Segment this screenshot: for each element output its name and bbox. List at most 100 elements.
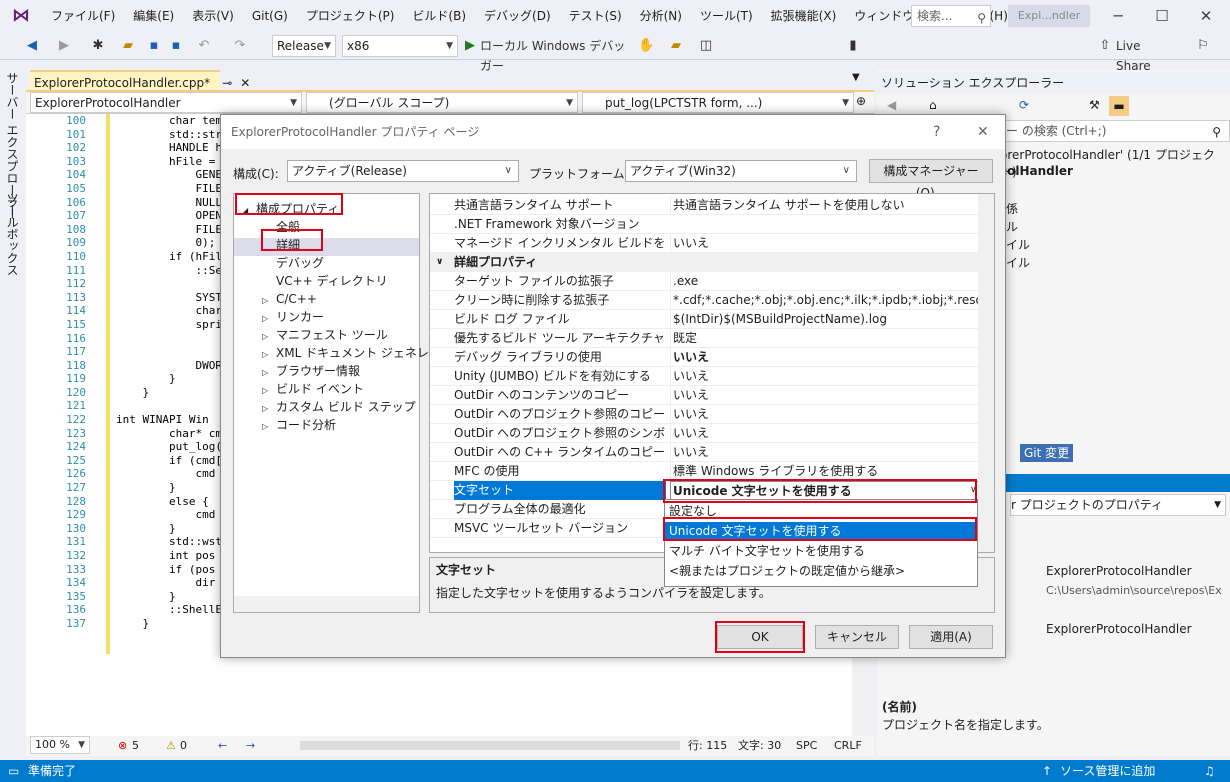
- notification-icon[interactable]: ♫: [1204, 760, 1215, 782]
- error-icon[interactable]: ⊗: [118, 736, 127, 756]
- property-row[interactable]: マネージド インクリメンタル ビルドを有効にするいいえ: [430, 234, 986, 253]
- menu-item[interactable]: Git(G): [243, 0, 297, 32]
- start-debug-icon[interactable]: ▶: [462, 36, 478, 56]
- menu-item[interactable]: ファイル(F): [42, 0, 124, 32]
- tree-h-scrollbar[interactable]: [234, 596, 419, 612]
- folder-icon[interactable]: ▰: [666, 36, 686, 56]
- tree-item[interactable]: ▷ ビルド イベント: [262, 380, 364, 398]
- tree-item[interactable]: ル: [1006, 218, 1018, 235]
- property-row[interactable]: OutDir への C++ ランタイムのコピー いいえ: [430, 443, 986, 462]
- close-dialog-button[interactable]: ✕: [977, 115, 989, 149]
- property-row[interactable]: OutDir へのコンテンツのコピー いいえ: [430, 386, 986, 405]
- screenshot-icon[interactable]: ◫: [696, 36, 716, 56]
- property-value[interactable]: いいえ: [670, 348, 986, 367]
- tree-item[interactable]: VC++ ディレクトリ: [262, 272, 388, 290]
- tree-item[interactable]: デバッグ: [262, 254, 324, 272]
- cancel-button[interactable]: キャンセル: [815, 625, 899, 649]
- properties-icon[interactable]: ⚒: [1089, 98, 1100, 112]
- menu-item[interactable]: 編集(E): [124, 0, 183, 32]
- pin-icon[interactable]: ⊸: [222, 76, 232, 90]
- open-folder-icon[interactable]: ▰: [118, 36, 138, 56]
- property-row[interactable]: .NET Framework 対象バージョン: [430, 215, 986, 234]
- property-value[interactable]: 共通言語ランタイム サポートを使用しない: [670, 196, 986, 215]
- property-value[interactable]: いいえ: [670, 405, 986, 424]
- warning-icon[interactable]: ⚠: [166, 736, 176, 756]
- prev-issue-icon[interactable]: ←: [218, 736, 227, 756]
- git-changes-tab[interactable]: Git 変更: [1020, 444, 1074, 462]
- tree-item[interactable]: ▷ リンカー: [262, 308, 324, 326]
- platform-select[interactable]: アクティブ(Win32) ∨: [625, 160, 857, 182]
- tree-item[interactable]: ▷ ブラウザー情報: [262, 362, 360, 380]
- property-value[interactable]: いいえ: [670, 386, 986, 405]
- new-project-icon[interactable]: ✱: [88, 36, 108, 56]
- property-value[interactable]: ExplorerProtocolHandler: [1046, 622, 1192, 636]
- menu-item[interactable]: 拡張機能(X): [762, 0, 846, 32]
- menu-item[interactable]: 表示(V): [183, 0, 243, 32]
- property-row[interactable]: デバッグ ライブラリの使用 いいえ: [430, 348, 986, 367]
- back-icon[interactable]: ◀: [22, 36, 42, 56]
- member-select[interactable]: put_log(LPCTSTR form, ...) ▼: [582, 92, 854, 113]
- config-select[interactable]: アクティブ(Release) ∨: [287, 160, 519, 182]
- back-icon[interactable]: ◀: [887, 98, 896, 112]
- property-row[interactable]: 優先するビルド ツール アーキテクチャ 既定: [430, 329, 986, 348]
- scope-select[interactable]: (グローバル スコープ) ▼: [306, 92, 578, 113]
- property-value[interactable]: .exe: [670, 272, 986, 291]
- property-row[interactable]: OutDir へのプロジェクト参照のコピー いいえ: [430, 405, 986, 424]
- menu-item[interactable]: デバッグ(D): [475, 0, 560, 32]
- document-tab[interactable]: ExplorerProtocolHandler.cpp* ⊸ ✕: [30, 70, 250, 92]
- apply-button[interactable]: 適用(A): [909, 625, 993, 649]
- tree-item[interactable]: ▷ マニフェスト ツール: [262, 326, 388, 344]
- property-value[interactable]: ExplorerProtocolHandler: [1046, 564, 1192, 578]
- tree-item[interactable]: ▷ コード分析: [262, 416, 336, 434]
- redo-icon[interactable]: ↷: [230, 36, 250, 56]
- config-manager-button[interactable]: 構成マネージャー(O)...: [869, 159, 993, 200]
- property-row[interactable]: クリーン時に削除する拡張子 *.cdf;*.cache;*.obj;*.obj.e…: [430, 291, 986, 310]
- property-row[interactable]: Unity (JUMBO) ビルドを有効にする いいえ: [430, 367, 986, 386]
- property-row[interactable]: OutDir へのプロジェクト参照のシンボルのコピーいいえ: [430, 424, 986, 443]
- property-row[interactable]: ビルド ログ ファイル $(IntDir)$(MSBuildProjectName…: [430, 310, 986, 329]
- live-share-button[interactable]: Live Share: [1116, 36, 1176, 73]
- menu-item[interactable]: ツール(T): [691, 0, 762, 32]
- forward-icon[interactable]: ▶: [54, 36, 74, 56]
- line-ending-indicator[interactable]: CRLF: [834, 736, 862, 756]
- maximize-button[interactable]: ☐: [1140, 0, 1184, 32]
- line-indicator[interactable]: 行: 115: [688, 736, 727, 756]
- dropdown-option[interactable]: マルチ バイト文字セットを使用する: [665, 542, 977, 560]
- preview-icon[interactable]: ▬: [1109, 96, 1129, 116]
- whitespace-indicator[interactable]: SPC: [796, 736, 817, 756]
- toolbox-tab[interactable]: ツールボックス: [4, 192, 21, 276]
- next-issue-icon[interactable]: →: [246, 736, 255, 756]
- properties-object-select[interactable]: r プロジェクトのプロパティ ▼: [1010, 494, 1226, 516]
- menu-item[interactable]: テスト(S): [560, 0, 631, 32]
- undo-icon[interactable]: ↶: [194, 36, 214, 56]
- property-value[interactable]: 既定: [670, 329, 986, 348]
- tree-item[interactable]: イル: [1006, 254, 1030, 271]
- menu-item[interactable]: プロジェクト(P): [297, 0, 404, 32]
- solution-config-select[interactable]: Release ▼: [272, 35, 336, 57]
- collapse-icon[interactable]: ∨: [436, 253, 443, 272]
- property-row[interactable]: 共通言語ランタイム サポート 共通言語ランタイム サポートを使用しない: [430, 196, 986, 215]
- property-value[interactable]: いいえ: [670, 367, 986, 386]
- char-indicator[interactable]: 文字: 30: [738, 736, 781, 756]
- warning-count[interactable]: 0: [180, 736, 187, 756]
- start-debug-button[interactable]: ローカル Windows デバッガー: [480, 36, 632, 73]
- save-all-icon[interactable]: ▪: [166, 36, 186, 56]
- project-node[interactable]: colHandler: [1000, 164, 1073, 178]
- horizontal-scrollbar[interactable]: [300, 741, 680, 750]
- grid-section-header[interactable]: 詳細プロパティ ∨: [430, 253, 986, 272]
- menu-item[interactable]: 分析(N): [631, 0, 691, 32]
- zoom-select[interactable]: 100 % ▼: [30, 736, 90, 754]
- tree-item[interactable]: 係: [1006, 200, 1018, 217]
- menu-item[interactable]: ビルド(B): [403, 0, 475, 32]
- live-share-icon[interactable]: ⇧: [1098, 36, 1112, 56]
- help-button[interactable]: ?: [933, 115, 940, 149]
- property-row[interactable]: ターゲット ファイルの拡張子 .exe: [430, 272, 986, 291]
- feedback-icon[interactable]: ⚐: [1194, 36, 1212, 56]
- home-icon[interactable]: ⌂: [929, 98, 937, 112]
- visual-studio-logo-icon[interactable]: ⋈: [10, 5, 32, 27]
- bookmark-icon[interactable]: ▮: [846, 36, 860, 56]
- dropdown-option[interactable]: <親またはプロジェクトの既定値から継承>: [665, 562, 977, 580]
- tree-item[interactable]: ▷ C/C++: [262, 290, 317, 308]
- property-value[interactable]: いいえ: [670, 443, 986, 462]
- start-without-debug-icon[interactable]: ✋: [638, 36, 654, 56]
